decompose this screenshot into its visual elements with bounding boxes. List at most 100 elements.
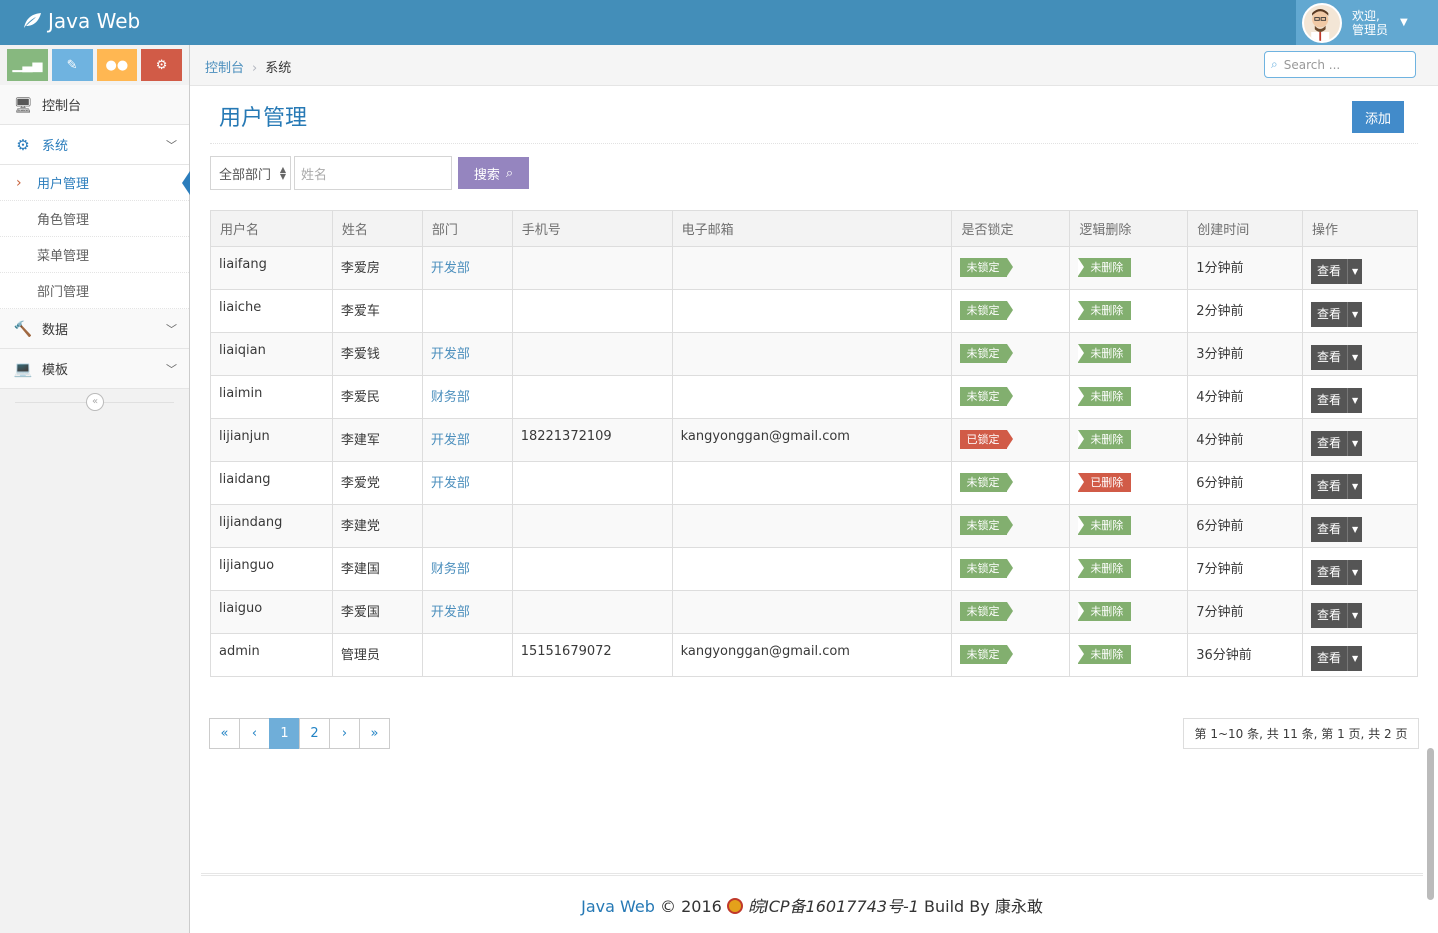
sidebar-item-label: 模板 [42, 363, 69, 378]
search-button[interactable]: 搜索 ⌕ [458, 157, 529, 189]
dept-link[interactable]: 开发部 [431, 476, 470, 491]
view-button[interactable]: 查看 [1311, 560, 1348, 585]
table-row: liaifang 李爱房 开发部 未锁定 未删除 1分钟前 查看 ▼ [210, 246, 1418, 290]
search-box[interactable]: ⌕ Search ... [1264, 51, 1416, 78]
sidebar-item-role-management[interactable]: 角色管理 [0, 201, 189, 237]
table-row: liaimin 李爱民 财务部 未锁定 未删除 4分钟前 查看 ▼ [210, 375, 1418, 419]
sidebar-collapse: « [0, 389, 189, 417]
cell-email [671, 461, 953, 505]
created-time: 3分钟前 [1196, 347, 1244, 362]
view-button[interactable]: 查看 [1311, 345, 1348, 370]
dept-link[interactable]: 开发部 [431, 605, 470, 620]
signal-icon: ▁▃▅ [12, 57, 43, 73]
caret-down-icon[interactable]: ▼ [1347, 646, 1363, 671]
cell-name: 李爱党 [331, 461, 423, 505]
view-button[interactable]: 查看 [1311, 646, 1348, 671]
dept-select[interactable]: 全部部门 ▲ ▼ [210, 156, 291, 190]
shortcut-pencil[interactable]: ✎ [51, 49, 93, 81]
caret-down-icon[interactable]: ▼ [1347, 603, 1363, 628]
dept-link[interactable]: 财务部 [431, 562, 470, 577]
page-1-button[interactable]: 1 [269, 718, 300, 749]
sidebar-item-template[interactable]: 💻 模板 ﹀ [0, 349, 189, 389]
scrollbar-thumb[interactable] [1427, 748, 1434, 900]
caret-down-icon[interactable]: ▼ [1347, 388, 1363, 413]
dept-link[interactable]: 开发部 [431, 261, 470, 276]
cell-name: 李爱车 [331, 289, 423, 333]
column-header: 逻辑删除 [1069, 210, 1189, 247]
search-input[interactable]: Search ... [1284, 58, 1340, 72]
page-prev-button[interactable]: ‹ [239, 718, 270, 749]
footer-icp[interactable]: 皖ICP备16017743号-1 [748, 897, 919, 916]
shortcut-signal[interactable]: ▁▃▅ [7, 49, 48, 81]
cell-actions: 查看 ▼ [1302, 246, 1418, 290]
brand[interactable]: Java Web [22, 9, 140, 33]
cell-deleted: 未删除 [1069, 590, 1189, 634]
sidebar-item-label: 控制台 [42, 99, 82, 114]
dept-link[interactable]: 开发部 [431, 433, 470, 448]
name-input[interactable]: 姓名 [294, 156, 452, 190]
view-button[interactable]: 查看 [1311, 431, 1348, 456]
view-button[interactable]: 查看 [1311, 517, 1348, 542]
real-name: 李爱钱 [340, 347, 380, 362]
view-button[interactable]: 查看 [1311, 603, 1348, 628]
sidebar-item-system[interactable]: ⚙ 系统 ﹀ [0, 125, 189, 165]
footer: Java Web © 2016 皖ICP备16017743号-1 Build B… [201, 873, 1423, 916]
email: kangyonggan@gmail.com [680, 429, 850, 444]
page-first-button[interactable]: « [209, 718, 240, 749]
dept-link[interactable]: 开发部 [431, 347, 470, 362]
collapse-sidebar-button[interactable]: « [86, 393, 104, 411]
column-header: 用户名 [210, 210, 333, 247]
page-last-button[interactable]: » [359, 718, 390, 749]
column-header: 姓名 [331, 210, 423, 247]
caret-down-icon[interactable]: ▼ [1347, 474, 1363, 499]
dept-link[interactable]: 财务部 [431, 390, 470, 405]
sidebar-item-menu-management[interactable]: 菜单管理 [0, 237, 189, 273]
column-header: 部门 [421, 210, 513, 247]
real-name: 李爱国 [340, 605, 380, 620]
view-button[interactable]: 查看 [1311, 259, 1348, 284]
caret-down-icon[interactable]: ▼ [1347, 560, 1363, 585]
cell-email [671, 246, 953, 290]
cell-username: admin [210, 633, 333, 677]
shortcut-users[interactable]: ●● [96, 49, 138, 81]
username: liaidang [219, 472, 271, 487]
page-2-button[interactable]: 2 [299, 718, 330, 749]
sidebar-item-data[interactable]: 🔨 数据 ﹀ [0, 309, 189, 349]
sidebar-item-dashboard[interactable]: 🖥 控制台 [0, 85, 189, 125]
view-button[interactable]: 查看 [1311, 474, 1348, 499]
caret-down-icon[interactable]: ▼ [1347, 259, 1363, 284]
table-row: lijiandang 李建党 未锁定 未删除 6分钟前 查看 ▼ [210, 504, 1418, 548]
navbar: Java Web 欢迎, 管理员 ▼ [0, 0, 1438, 45]
sidebar-item-label: 数据 [42, 323, 69, 338]
sidebar-item-dept-management[interactable]: 部门管理 [0, 273, 189, 309]
cell-phone: 15151679072 [511, 633, 673, 677]
pencil-icon: ✎ [66, 57, 78, 73]
view-button[interactable]: 查看 [1311, 302, 1348, 327]
cell-dept: 开发部 [421, 418, 513, 462]
caret-down-icon[interactable]: ▼ [1347, 345, 1363, 370]
page-next-button[interactable]: › [329, 718, 360, 749]
sidebar-item-user-management[interactable]: 用户管理 [0, 165, 190, 201]
shortcut-cogs[interactable]: ⚙ [141, 49, 182, 81]
real-name: 李爱党 [340, 476, 380, 491]
caret-down-icon[interactable]: ▼ [1347, 431, 1363, 456]
cell-created: 7分钟前 [1187, 590, 1304, 634]
view-button[interactable]: 查看 [1311, 388, 1348, 413]
cell-dept: 开发部 [421, 332, 513, 376]
caret-down-icon[interactable]: ▼ [1347, 517, 1363, 542]
pagination-info: 第 1~10 条, 共 11 条, 第 1 页, 共 2 页 [1183, 718, 1419, 749]
cell-phone [511, 246, 673, 290]
table-row: liaidang 李爱党 开发部 未锁定 已删除 6分钟前 查看 ▼ [210, 461, 1418, 505]
cell-name: 李建国 [331, 547, 423, 591]
table-row: admin 管理员 15151679072 kangyonggan@gmail.com… [210, 633, 1418, 677]
scrollbar[interactable] [1422, 0, 1438, 933]
breadcrumb-home[interactable]: 控制台 [205, 61, 244, 76]
footer-copyright: © 2016 [660, 897, 722, 916]
user-menu[interactable]: 欢迎, 管理员 ▼ [1296, 0, 1438, 45]
police-badge-icon [726, 898, 743, 914]
add-button[interactable]: 添加 [1352, 101, 1404, 133]
caret-down-icon[interactable]: ▼ [1347, 302, 1363, 327]
sidebar-item-label: 系统 [42, 139, 69, 154]
cell-actions: 查看 ▼ [1302, 633, 1418, 677]
footer-text: Java Web © 2016 皖ICP备16017743号-1 Build B… [201, 893, 1423, 917]
